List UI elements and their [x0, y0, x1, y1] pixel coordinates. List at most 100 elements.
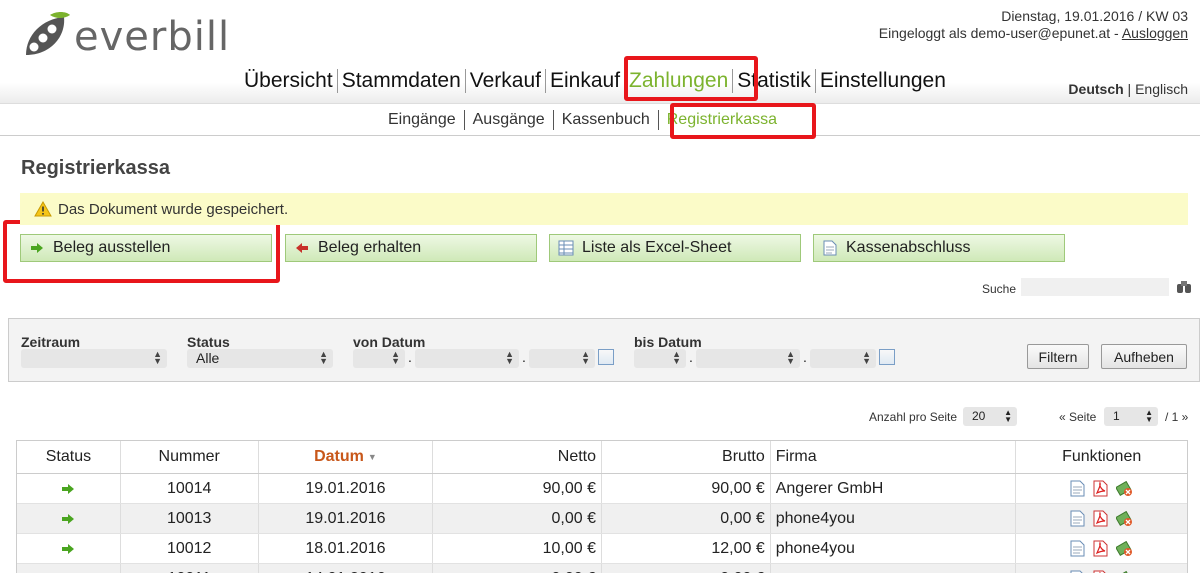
- subnav-ausgaenge[interactable]: Ausgänge: [465, 110, 554, 130]
- date-cell: 14.01.2016: [259, 564, 434, 573]
- page-select[interactable]: 1 ▲ ▼: [1104, 407, 1158, 426]
- period-label: Zeitraum: [21, 334, 81, 350]
- column-header-brutto[interactable]: Brutto: [602, 441, 771, 473]
- firma-cell: [771, 564, 1017, 573]
- page-title: Registrierkassa: [21, 157, 170, 179]
- select-arrows-icon: ▲ ▼: [391, 349, 400, 366]
- calendar-icon[interactable]: [598, 349, 614, 365]
- language-english[interactable]: Englisch: [1135, 81, 1188, 97]
- column-header-date-label: Datum: [314, 448, 364, 465]
- status-cell: [17, 564, 121, 573]
- period-select[interactable]: ▲ ▼: [21, 349, 167, 368]
- subnav-kassenbuch[interactable]: Kassenbuch: [554, 110, 659, 130]
- language-separator: |: [1127, 81, 1132, 97]
- to-year-select[interactable]: ▲ ▼: [810, 349, 876, 368]
- select-arrows-icon: ▲ ▼: [319, 349, 328, 366]
- select-arrows-icon: ▲ ▼: [581, 349, 590, 366]
- table-row[interactable]: 10012 18.01.2016 10,00 €12,00 € phone4you: [17, 534, 1187, 564]
- to-month-select[interactable]: ▲ ▼: [696, 349, 800, 368]
- arrow-left-red-icon: [294, 240, 310, 256]
- binoculars-icon[interactable]: [1176, 280, 1192, 294]
- cancel-payment-icon[interactable]: [1115, 540, 1133, 557]
- date-cell: 19.01.2016: [259, 504, 434, 533]
- view-document-icon[interactable]: [1070, 540, 1087, 557]
- everbill-logo[interactable]: everbill: [20, 6, 230, 68]
- app-header: everbill Dienstag, 19.01.2016 / KW 03 Ei…: [0, 0, 1200, 104]
- calendar-icon[interactable]: [879, 349, 895, 365]
- current-date: Dienstag, 19.01.2016 / KW 03: [1001, 8, 1188, 24]
- to-day-select[interactable]: ▲ ▼: [634, 349, 686, 368]
- column-header-status[interactable]: Status: [17, 441, 121, 473]
- from-day-select[interactable]: ▲ ▼: [353, 349, 405, 368]
- pdf-icon[interactable]: [1093, 540, 1110, 557]
- arrow-right-green-icon: [29, 240, 45, 256]
- functions-cell: [1016, 504, 1187, 533]
- cash-closing-button[interactable]: Kassenabschluss: [813, 234, 1065, 262]
- excel-export-button[interactable]: Liste als Excel-Sheet: [549, 234, 801, 262]
- date-cell: 19.01.2016: [259, 474, 434, 503]
- logo-wordmark: everbill: [74, 14, 231, 60]
- highlight-registrierkassa: [670, 103, 816, 139]
- per-page-value: 20: [972, 409, 986, 423]
- column-header-date[interactable]: Datum ▼: [259, 441, 434, 473]
- page-label: « Seite: [1059, 410, 1097, 424]
- nav-einstellungen[interactable]: Einstellungen: [816, 69, 950, 93]
- view-document-icon[interactable]: [1070, 480, 1087, 497]
- issue-receipt-button[interactable]: Beleg ausstellen: [20, 234, 272, 262]
- status-select[interactable]: Alle ▲ ▼: [187, 349, 333, 368]
- from-year-select[interactable]: ▲ ▼: [529, 349, 595, 368]
- nav-stammdaten[interactable]: Stammdaten: [338, 69, 466, 93]
- status-cell: [17, 534, 121, 563]
- reset-filter-button[interactable]: Aufheben: [1101, 344, 1187, 369]
- language-current[interactable]: Deutsch: [1068, 81, 1123, 97]
- table-row[interactable]: 10014 19.01.2016 90,00 €90,00 € Angerer Gmb…: [17, 474, 1187, 504]
- column-header-firma[interactable]: Firma: [771, 441, 1017, 473]
- nav-uebersicht[interactable]: Übersicht: [240, 69, 338, 93]
- arrow-right-green-icon: [60, 540, 77, 557]
- receive-receipt-button[interactable]: Beleg erhalten: [285, 234, 537, 262]
- search-input[interactable]: [1021, 278, 1169, 296]
- logout-link[interactable]: Ausloggen: [1122, 25, 1188, 41]
- select-arrows-icon: ▲ ▼: [1145, 408, 1153, 424]
- number-cell: 10012: [121, 534, 259, 563]
- column-header-number[interactable]: Nummer: [121, 441, 259, 473]
- number-cell: 10014: [121, 474, 259, 503]
- from-month-select[interactable]: ▲ ▼: [415, 349, 519, 368]
- date-separator: .: [408, 349, 412, 365]
- issue-receipt-label: Beleg ausstellen: [53, 239, 171, 256]
- main-navigation: Übersicht Stammdaten Verkauf Einkauf Zah…: [240, 66, 950, 96]
- search-label: Suche: [982, 282, 1017, 296]
- arrow-right-green-icon: [60, 480, 77, 497]
- pdf-icon[interactable]: [1093, 510, 1110, 527]
- date-separator: .: [689, 349, 693, 365]
- firma-cell: phone4you: [771, 534, 1017, 563]
- cancel-payment-icon[interactable]: [1115, 510, 1133, 527]
- nav-einkauf[interactable]: Einkauf: [546, 69, 626, 93]
- pdf-icon[interactable]: [1093, 480, 1110, 497]
- login-line: Eingeloggt als demo-user@epunet.at - Aus…: [879, 25, 1188, 42]
- netto-cell: 90,00 €: [433, 474, 603, 503]
- view-document-icon[interactable]: [1070, 510, 1087, 527]
- per-page-select[interactable]: 20 ▲ ▼: [963, 407, 1017, 426]
- page-total[interactable]: / 1 »: [1165, 410, 1188, 424]
- table-header-row: Status Nummer Datum ▼ Netto Brutto Firma …: [17, 441, 1187, 474]
- table-row[interactable]: 10013 19.01.2016 0,00 €0,00 € phone4you: [17, 504, 1187, 534]
- column-header-netto[interactable]: Netto: [433, 441, 603, 473]
- receive-receipt-label: Beleg erhalten: [318, 239, 422, 256]
- select-arrows-icon: ▲ ▼: [505, 349, 514, 366]
- save-notice: Das Dokument wurde gespeichert.: [20, 193, 1188, 225]
- table-body: 10014 19.01.2016 90,00 €90,00 € Angerer Gmb…: [17, 474, 1187, 573]
- table-row[interactable]: 1001114.01.20160,00 €0,00 €: [17, 564, 1187, 573]
- status-cell: [17, 504, 121, 533]
- brutto-cell: 0,00 €: [602, 504, 771, 533]
- netto-cell: 0,00 €: [433, 504, 603, 533]
- notice-text: Das Dokument wurde gespeichert.: [58, 200, 289, 218]
- select-arrows-icon: ▲ ▼: [862, 349, 871, 366]
- per-page-label: Anzahl pro Seite: [869, 410, 958, 424]
- login-user-text: Eingeloggt als demo-user@epunet.at -: [878, 25, 1122, 41]
- nav-verkauf[interactable]: Verkauf: [466, 69, 546, 93]
- subnav-eingaenge[interactable]: Eingänge: [380, 110, 465, 130]
- cancel-payment-icon[interactable]: [1115, 480, 1133, 497]
- filter-button[interactable]: Filtern: [1027, 344, 1089, 369]
- language-switcher: Deutsch | Englisch: [1068, 81, 1188, 97]
